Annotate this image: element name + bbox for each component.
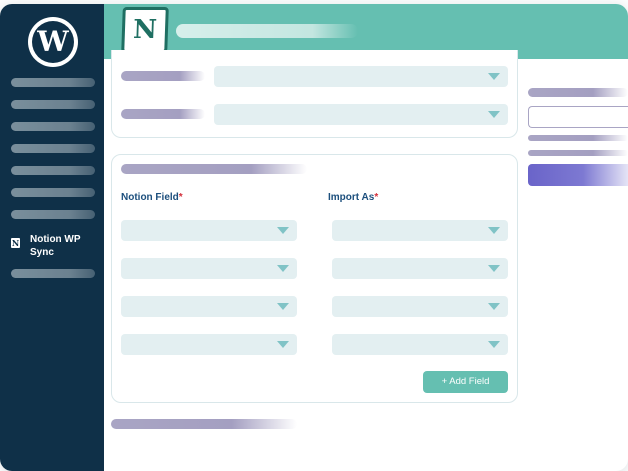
sidebar-item-placeholder[interactable]	[11, 269, 95, 278]
notion-field-select[interactable]	[121, 258, 297, 279]
chevron-down-icon	[277, 227, 289, 234]
chevron-down-icon	[488, 111, 500, 118]
notion-logo-icon: N	[121, 7, 169, 53]
import-as-label: Import As	[328, 192, 375, 203]
add-field-button[interactable]: + Add Field	[423, 371, 508, 393]
app-window: W N Notion WP Sync N Notion Field* Impor…	[0, 4, 628, 471]
notion-field-select[interactable]	[121, 334, 297, 355]
panel-text-placeholder	[528, 135, 628, 141]
settings-select[interactable]	[214, 104, 508, 125]
import-as-select[interactable]	[332, 296, 508, 317]
notion-field-select[interactable]	[121, 296, 297, 317]
sidebar-item-placeholder[interactable]	[11, 144, 95, 153]
section-title-placeholder	[121, 164, 307, 174]
chevron-down-icon	[488, 303, 500, 310]
panel-title-placeholder	[528, 88, 628, 97]
sidebar-item-placeholder[interactable]	[11, 78, 95, 87]
sidebar-item-placeholder[interactable]	[11, 188, 95, 197]
notion-field-label: Notion Field	[121, 192, 179, 203]
footer-placeholder	[111, 419, 297, 429]
chevron-down-icon	[277, 303, 289, 310]
chevron-down-icon	[488, 341, 500, 348]
publish-button[interactable]	[528, 164, 628, 186]
notion-icon: N	[11, 238, 20, 248]
import-as-select[interactable]	[332, 258, 508, 279]
panel-input[interactable]	[528, 106, 628, 128]
notion-field-header: Notion Field*	[121, 192, 183, 203]
header-title-placeholder	[176, 24, 358, 38]
wordpress-logo-glyph: W	[32, 21, 74, 63]
notion-logo-glyph: N	[132, 15, 158, 45]
chevron-down-icon	[488, 73, 500, 80]
import-as-select[interactable]	[332, 220, 508, 241]
panel-text-placeholder	[528, 150, 628, 156]
sidebar-item-label: Notion WP Sync	[30, 234, 81, 258]
import-as-header: Import As*	[328, 192, 378, 203]
chevron-down-icon	[488, 227, 500, 234]
import-as-select[interactable]	[332, 334, 508, 355]
admin-sidebar: W N Notion WP Sync	[0, 4, 104, 471]
sidebar-item-placeholder[interactable]	[11, 122, 95, 131]
required-marker: *	[374, 192, 379, 203]
required-marker: *	[178, 192, 183, 203]
settings-select[interactable]	[214, 66, 508, 87]
sidebar-item-placeholder[interactable]	[11, 100, 95, 109]
chevron-down-icon	[488, 265, 500, 272]
sidebar-item-placeholder[interactable]	[11, 210, 95, 219]
setting-label-placeholder	[121, 71, 205, 81]
setting-label-placeholder	[121, 109, 205, 119]
sidebar-item-placeholder[interactable]	[11, 166, 95, 175]
notion-field-select[interactable]	[121, 220, 297, 241]
field-mapping-card: Notion Field* Import As*	[111, 154, 518, 403]
wordpress-logo-icon[interactable]: W	[28, 17, 78, 67]
chevron-down-icon	[277, 341, 289, 348]
chevron-down-icon	[277, 265, 289, 272]
connection-settings-card	[111, 50, 518, 138]
sidebar-item-notion-wp-sync[interactable]: N Notion WP Sync	[11, 233, 99, 263]
